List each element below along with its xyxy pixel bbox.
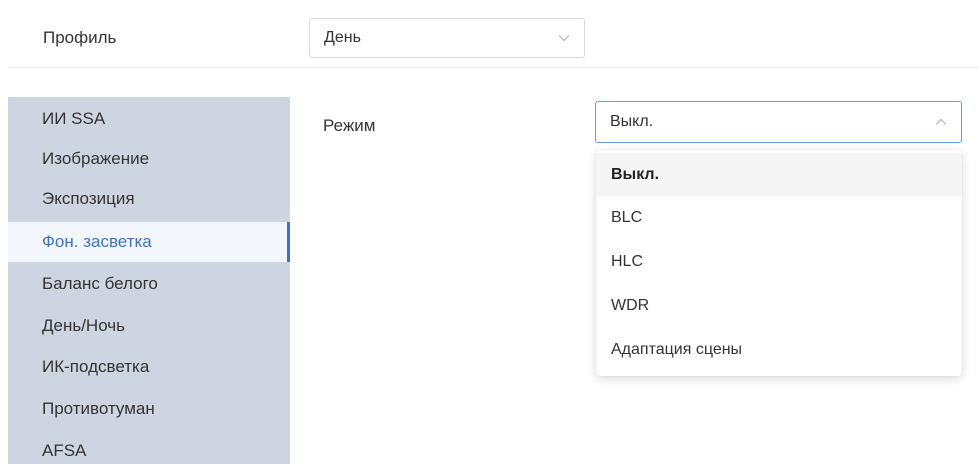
mode-option-hlc[interactable]: HLC <box>596 240 962 284</box>
mode-option-blc[interactable]: BLC <box>596 196 962 240</box>
settings-sidebar: ИИ SSA Изображение Экспозиция Фон. засве… <box>8 97 290 464</box>
mode-option-off[interactable]: Выкл. <box>596 153 962 197</box>
sidebar-item-image[interactable]: Изображение <box>8 139 290 179</box>
profile-select-value: День <box>324 29 361 46</box>
profile-select[interactable]: День <box>309 18 585 58</box>
sidebar-item-defog[interactable]: Противотуман <box>8 389 290 429</box>
image-settings-page: Профиль День ИИ SSA Изображение Экспозиц… <box>0 0 979 464</box>
sidebar-item-afsa[interactable]: AFSA <box>8 431 290 464</box>
chevron-down-icon <box>558 35 570 42</box>
chevron-up-icon <box>935 118 947 125</box>
profile-label: Профиль <box>43 28 117 47</box>
sidebar-item-ir-light[interactable]: ИК-подсветка <box>8 347 290 387</box>
mode-dropdown-menu: Выкл. BLC HLC WDR Адаптация сцены <box>596 150 962 376</box>
mode-option-wdr[interactable]: WDR <box>596 284 962 328</box>
mode-select[interactable]: Выкл. <box>595 101 962 143</box>
sidebar-item-exposure[interactable]: Экспозиция <box>8 179 290 219</box>
mode-select-value: Выкл. <box>610 113 654 130</box>
mode-option-scene-adaptation[interactable]: Адаптация сцены <box>596 328 962 372</box>
sidebar-item-day-night[interactable]: День/Ночь <box>8 306 290 346</box>
mode-label: Режим <box>323 116 376 135</box>
header-divider <box>8 67 979 68</box>
sidebar-item-ai-ssa[interactable]: ИИ SSA <box>8 99 290 139</box>
sidebar-item-backlight[interactable]: Фон. засветка <box>8 222 290 262</box>
sidebar-item-white-balance[interactable]: Баланс белого <box>8 264 290 304</box>
